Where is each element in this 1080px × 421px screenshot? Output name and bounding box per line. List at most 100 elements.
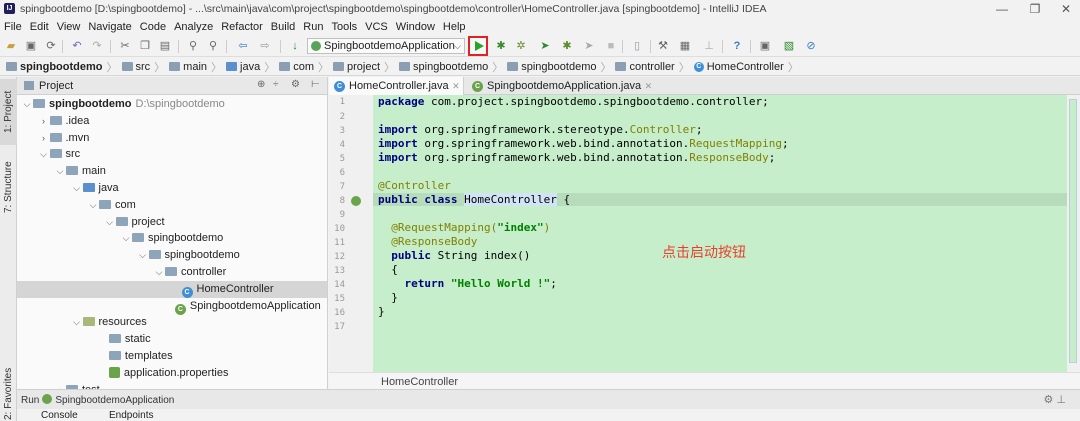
chevron-right-icon[interactable]: › [54, 382, 66, 389]
gear-icon[interactable]: ⚙ [291, 79, 300, 90]
locate-icon[interactable]: ⊕ [257, 79, 265, 90]
project-structure-icon[interactable]: ▯ [630, 39, 644, 53]
spring-bean-gutter-icon[interactable] [351, 196, 361, 206]
tree-item[interactable]: application.properties [17, 365, 327, 382]
build-icon[interactable]: ↓ [288, 39, 302, 53]
save-icon[interactable]: ▣ [24, 39, 38, 53]
tasks-icon[interactable]: ▣ [758, 39, 772, 53]
tab-spingbootdemoapplication[interactable]: C SpingbootdemoApplication.java ✕ [467, 77, 655, 95]
tab-structure[interactable]: 7: Structure [0, 149, 17, 225]
tree-item[interactable]: ⌵ com [17, 197, 327, 214]
close-icon[interactable]: ✕ [1058, 1, 1074, 17]
tab-console[interactable]: Console [41, 410, 78, 421]
tree-item[interactable]: ⌵ resources [17, 314, 327, 331]
menu-navigate[interactable]: Navigate [84, 19, 135, 36]
tab-endpoints[interactable]: Endpoints [109, 410, 153, 421]
chevron-down-icon[interactable]: ⌵ [21, 96, 33, 113]
editor-scrollbar[interactable] [1067, 95, 1080, 372]
find-icon[interactable]: ⚲ [186, 39, 200, 53]
profile-icon[interactable]: ➤ [538, 39, 552, 53]
tree-item[interactable]: ⌵ src [17, 146, 327, 163]
tree-item[interactable]: C SpingbootdemoApplication [17, 298, 327, 315]
chevron-right-icon[interactable]: › [38, 130, 50, 147]
collapse-icon[interactable]: ÷ [273, 79, 279, 90]
menu-tools[interactable]: Tools [327, 19, 361, 36]
restore-icon[interactable]: ❐ [1027, 1, 1043, 17]
breadcrumb-item[interactable]: com 〉 [279, 59, 333, 75]
tree-item[interactable]: ⌵ spingbootdemo D:\spingbootdemo [17, 96, 327, 113]
paste-icon[interactable]: ▤ [158, 39, 172, 53]
tree-item[interactable]: › .idea [17, 113, 327, 130]
breadcrumb-item[interactable]: java 〉 [226, 59, 279, 75]
navigate-forward-icon[interactable]: ⇨ [258, 39, 272, 53]
tree-item[interactable]: C HomeController [17, 280, 327, 298]
breadcrumb-item[interactable]: src 〉 [121, 59, 170, 75]
menu-view[interactable]: View [53, 19, 85, 36]
breadcrumb-item[interactable]: spingbootdemo 〉 [399, 59, 507, 75]
coverage-icon[interactable]: ✲ [514, 39, 528, 53]
editor-breadcrumb-label[interactable]: HomeController [381, 376, 458, 388]
menu-code[interactable]: Code [136, 19, 170, 36]
menu-run[interactable]: Run [299, 19, 327, 36]
chevron-down-icon[interactable]: ⌵ [104, 214, 116, 231]
chevron-down-icon[interactable]: ⌵ [54, 163, 66, 180]
forward-icon[interactable]: ↷ [90, 39, 104, 53]
menu-file[interactable]: File [0, 19, 26, 36]
gear-icon[interactable]: ⚙ ⊥ [1044, 393, 1067, 406]
tab-favorites[interactable]: 2: Favorites [0, 367, 17, 421]
tab-homecontroller[interactable]: C HomeController.java ✕ [329, 77, 464, 95]
scrollbar-thumb[interactable] [1069, 99, 1077, 363]
menu-analyze[interactable]: Analyze [170, 19, 217, 36]
chevron-down-icon[interactable]: ⌵ [120, 230, 132, 247]
tree-item[interactable]: ⌵ spingbootdemo [17, 230, 327, 247]
chevron-down-icon[interactable]: ⌵ [137, 247, 149, 264]
open-icon[interactable]: ▰ [4, 39, 18, 53]
chevron-down-icon[interactable]: ⌵ [71, 180, 83, 197]
close-tab-icon[interactable]: ✕ [645, 77, 653, 95]
stop-icon[interactable]: ■ [604, 39, 618, 53]
vcs-icon[interactable]: ⊥ [702, 39, 716, 53]
tree-item[interactable]: › .mvn [17, 130, 327, 147]
chevron-down-icon[interactable]: ⌵ [38, 146, 50, 163]
breadcrumb-item[interactable]: spingbootdemo 〉 [6, 59, 122, 75]
settings-icon[interactable]: ⚒ [656, 39, 670, 53]
replace-icon[interactable]: ⚲ [206, 39, 220, 53]
project-panel-title[interactable]: Project [39, 80, 73, 92]
run-panel-title[interactable]: Run SpingbootdemoApplication [21, 394, 174, 406]
sync-icon[interactable]: ⟳ [44, 39, 58, 53]
attach-icon[interactable]: ✱ [560, 39, 574, 53]
monitor-icon[interactable]: ▧ [782, 39, 796, 53]
tab-project[interactable]: 1: Project [0, 79, 17, 145]
tree-item[interactable]: ⌵ spingbootdemo [17, 247, 327, 264]
run-configuration-dropdown[interactable]: SpingbootdemoApplication ⌵ [307, 38, 465, 54]
menu-refactor[interactable]: Refactor [217, 19, 267, 36]
menu-build[interactable]: Build [267, 19, 299, 36]
menu-edit[interactable]: Edit [26, 19, 53, 36]
tree-item[interactable]: ⌵ main [17, 163, 327, 180]
copy-icon[interactable]: ❐ [138, 39, 152, 53]
hide-icon[interactable]: ⊢ [311, 79, 320, 90]
stop-sub-icon[interactable]: ➤ [582, 39, 596, 53]
breadcrumb-item[interactable]: main 〉 [169, 59, 226, 75]
menu-help[interactable]: Help [439, 19, 470, 36]
back-icon[interactable]: ↶ [70, 39, 84, 53]
tree-item[interactable]: ⌵ project [17, 214, 327, 231]
tree-item[interactable]: ⌵ java [17, 180, 327, 197]
cut-icon[interactable]: ✂ [118, 39, 132, 53]
chevron-down-icon[interactable]: ⌵ [87, 197, 99, 214]
tree-item[interactable]: templates [17, 348, 327, 365]
minimize-icon[interactable]: — [994, 1, 1010, 17]
debug-icon[interactable]: ✱ [494, 39, 508, 53]
close-tab-icon[interactable]: ✕ [452, 77, 460, 95]
breadcrumb-item[interactable]: spingbootdemo 〉 [507, 59, 615, 75]
code-editor[interactable]: package com.project.spingbootdemo.spingb… [373, 95, 1067, 372]
menu-window[interactable]: Window [392, 19, 439, 36]
tree-item[interactable]: static [17, 331, 327, 348]
chevron-down-icon[interactable]: ⌵ [71, 314, 83, 331]
sdk-icon[interactable]: ▦ [678, 39, 692, 53]
menu-vcs[interactable]: VCS [361, 19, 392, 36]
run-button[interactable] [468, 36, 488, 56]
breadcrumb-item[interactable]: project 〉 [332, 59, 399, 75]
help-icon[interactable]: ? [730, 39, 744, 53]
chevron-down-icon[interactable]: ⌵ [153, 264, 165, 281]
